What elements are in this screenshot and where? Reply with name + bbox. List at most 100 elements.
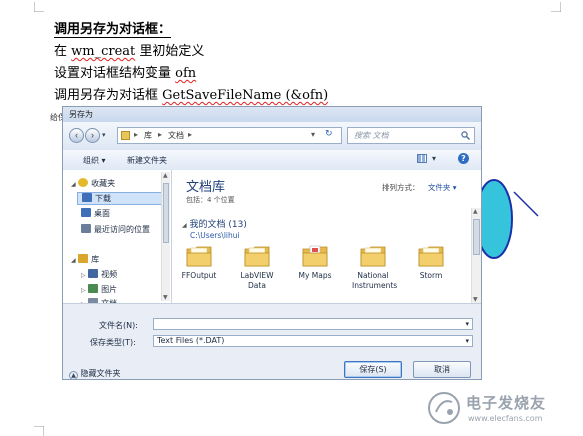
doc-line-1-suffix: 里初始定义 bbox=[135, 44, 205, 59]
folder-item[interactable]: My Maps bbox=[294, 244, 336, 281]
path-segment-library[interactable]: 库 bbox=[144, 130, 152, 141]
nav-scroll-up-icon[interactable]: ▲ bbox=[163, 172, 168, 179]
library-title: 文档库 bbox=[186, 180, 226, 195]
nav-item-label: 图片 bbox=[101, 285, 118, 294]
folder-icon bbox=[186, 244, 212, 268]
view-dropdown-icon[interactable]: ▾ bbox=[432, 154, 436, 163]
page-corner-top-right bbox=[551, 2, 561, 12]
filename-label: 文件名(N): bbox=[99, 321, 138, 330]
document-shape-line bbox=[513, 191, 539, 217]
view-options-icon[interactable] bbox=[417, 154, 427, 163]
library-icon bbox=[78, 254, 89, 263]
address-box[interactable]: ▸ 库 ▸ 文档 ▸ ▾ ↻ bbox=[117, 127, 342, 144]
doc-line-1-func: wm_creat bbox=[71, 44, 136, 59]
save-button[interactable]: 保存(S) bbox=[344, 361, 402, 378]
search-input[interactable]: 搜索 文档 bbox=[347, 127, 475, 144]
recent-places-icon bbox=[81, 224, 91, 233]
folder-icon bbox=[418, 244, 444, 268]
savetype-dropdown-icon[interactable]: ▾ bbox=[465, 336, 469, 346]
dialog-toolbar: 组织 ▾ 新建文件夹 ▾ ? bbox=[63, 150, 481, 171]
nav-item-label: 库 bbox=[91, 255, 100, 264]
library-includes-link[interactable]: 包括：4 个位置 bbox=[186, 195, 235, 205]
doc-heading-text: 调用另存为对话框： bbox=[54, 22, 172, 38]
doc-line-2-var: ofn bbox=[175, 66, 197, 81]
expand-arrow-icon[interactable]: ▷ bbox=[81, 272, 86, 279]
folder-item[interactable]: FFOutput bbox=[178, 244, 220, 281]
arrange-label: 排列方式： bbox=[382, 183, 420, 192]
hide-folders-toggle[interactable]: ▲ 隐藏文件夹 bbox=[69, 368, 121, 379]
content-scroll-thumb[interactable] bbox=[473, 219, 480, 255]
path-segment-documents[interactable]: 文档 bbox=[168, 130, 184, 141]
nav-item-downloads[interactable]: 下载 bbox=[77, 192, 165, 205]
search-icon[interactable] bbox=[461, 131, 470, 140]
doc-line-1-prefix: 在 bbox=[54, 44, 72, 59]
search-placeholder: 搜索 文档 bbox=[354, 131, 389, 140]
star-icon bbox=[78, 178, 89, 187]
library-includes-text: 包括：4 个位置 bbox=[186, 196, 235, 204]
new-folder-button[interactable]: 新建文件夹 bbox=[127, 155, 167, 166]
folder-icon bbox=[244, 244, 270, 268]
expand-arrow-icon[interactable]: ◢ bbox=[71, 257, 76, 264]
forward-button[interactable]: › bbox=[85, 128, 100, 143]
arrange-dropdown[interactable]: 文件夹 ▾ bbox=[428, 183, 457, 192]
page-corner-bottom-left bbox=[34, 426, 44, 436]
refresh-icon[interactable]: ↻ bbox=[325, 129, 333, 139]
cancel-button[interactable]: 取消 bbox=[413, 361, 471, 378]
doc-heading: 调用另存为对话框： bbox=[54, 18, 172, 38]
folder-label: LabVIEW Data bbox=[240, 271, 274, 290]
filename-input[interactable]: ▾ bbox=[153, 318, 473, 330]
nav-item-label: 桌面 bbox=[94, 209, 110, 218]
back-button[interactable]: ‹ bbox=[69, 128, 84, 143]
content-scroll-up-icon[interactable]: ▲ bbox=[473, 208, 478, 215]
content-scroll-down-icon[interactable]: ▼ bbox=[473, 296, 478, 303]
navigation-pane: ◢ 收藏夹 下载 桌面 最近访问的位置 ◢ 库 ▷ 视频 ▷ 图片 ▷ 文档 bbox=[63, 170, 172, 308]
watermark-url: www.elecfans.com bbox=[468, 414, 543, 423]
arrange-by: 排列方式： 文件夹 ▾ bbox=[382, 182, 457, 193]
collapse-arrow-icon[interactable]: ◢ bbox=[182, 222, 187, 229]
pictures-icon bbox=[88, 284, 99, 293]
path-separator-icon: ▸ bbox=[188, 130, 193, 139]
folder-item[interactable]: National Instruments bbox=[352, 244, 398, 291]
path-separator-icon: ▸ bbox=[158, 130, 163, 139]
nav-scrollbar[interactable]: ▲ ▼ bbox=[161, 172, 170, 301]
group-header-label: 我的文档 (13) bbox=[189, 220, 247, 230]
help-icon[interactable]: ? bbox=[458, 153, 469, 164]
nav-item-label: 下载 bbox=[95, 194, 111, 203]
folder-icon bbox=[360, 244, 386, 268]
nav-item-libraries[interactable]: ◢ 库 bbox=[71, 254, 171, 267]
nav-scroll-down-icon[interactable]: ▼ bbox=[163, 294, 168, 301]
folder-label: Storm bbox=[419, 271, 443, 280]
nav-scroll-thumb[interactable] bbox=[163, 183, 169, 243]
expand-arrow-icon[interactable]: ▷ bbox=[81, 287, 86, 294]
history-dropdown-icon[interactable]: ▾ bbox=[102, 131, 106, 139]
expand-arrow-icon[interactable]: ◢ bbox=[71, 181, 76, 188]
folder-label: National Instruments bbox=[352, 271, 398, 290]
collapse-up-icon: ▲ bbox=[69, 371, 78, 379]
folder-item[interactable]: LabVIEW Data bbox=[236, 244, 278, 291]
watermark: 电子发烧友 www.elecfans.com bbox=[426, 388, 576, 430]
savetype-label: 保存类型(T): bbox=[90, 338, 136, 347]
folder-item[interactable]: Storm bbox=[410, 244, 452, 281]
nav-item-favorites[interactable]: ◢ 收藏夹 bbox=[71, 178, 171, 191]
group-header[interactable]: ◢ 我的文档 (13) bbox=[182, 217, 247, 230]
group-path: C:\Users\lihui bbox=[190, 231, 240, 240]
folder-icon bbox=[302, 244, 328, 268]
folder-label: My Maps bbox=[298, 271, 332, 280]
video-icon bbox=[88, 269, 99, 278]
organize-button[interactable]: 组织 ▾ bbox=[83, 155, 106, 166]
dialog-title: 另存为 bbox=[69, 110, 93, 119]
folder-label: FFOutput bbox=[181, 271, 217, 280]
address-bar-area: ‹ › ▾ ▸ 库 ▸ 文档 ▸ ▾ ↻ 搜索 文档 bbox=[63, 122, 481, 150]
doc-line-3-call: GetSaveFileName (&ofn) bbox=[162, 88, 329, 103]
page-corner-top-left bbox=[34, 2, 44, 12]
savetype-select[interactable]: Text Files (*.DAT) ▾ bbox=[153, 335, 473, 347]
desktop-icon bbox=[81, 208, 91, 217]
address-dropdown-icon[interactable]: ▾ bbox=[311, 130, 315, 139]
dialog-titlebar[interactable]: 另存为 bbox=[63, 107, 481, 122]
content-scrollbar[interactable]: ▲ ▼ bbox=[471, 208, 481, 303]
nav-item-label: 视频 bbox=[101, 270, 118, 279]
doc-line-3: 调用另存为对话框 GetSaveFileName (&ofn) bbox=[54, 84, 328, 103]
filename-dropdown-icon[interactable]: ▾ bbox=[465, 319, 469, 329]
save-as-dialog: 另存为 ‹ › ▾ ▸ 库 ▸ 文档 ▸ ▾ ↻ 搜索 文档 组织 ▾ 新建文件… bbox=[62, 106, 482, 380]
doc-line-3-prefix: 调用另存为对话框 bbox=[54, 88, 163, 103]
